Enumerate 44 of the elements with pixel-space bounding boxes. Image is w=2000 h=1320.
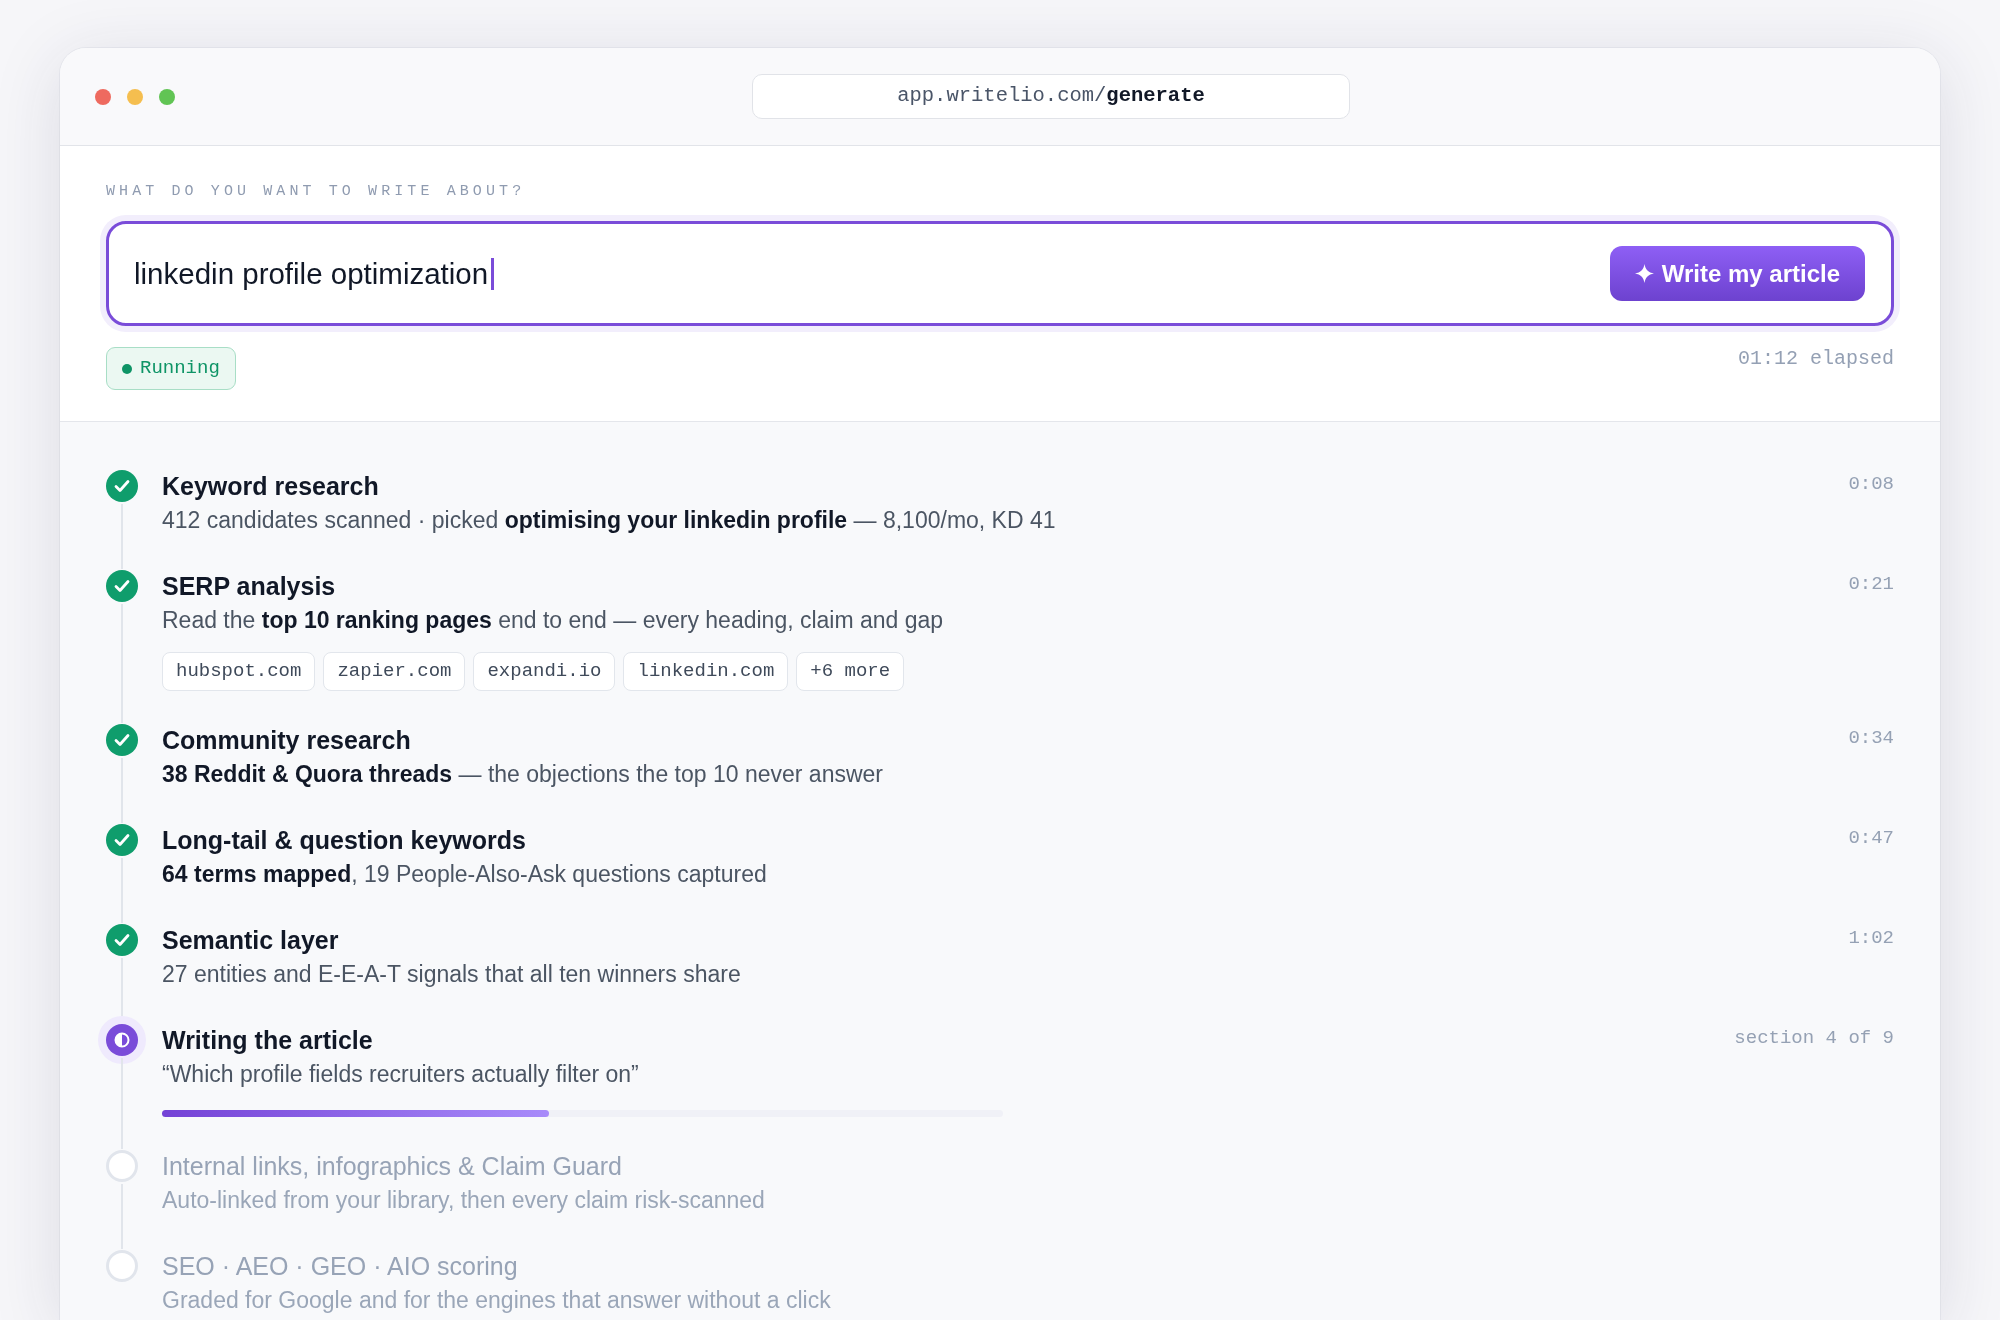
text-cursor-icon — [491, 257, 495, 290]
step-description: 412 candidates scanned · picked optimising your linkedin profile — 8,100/mo, KD 41 — [162, 506, 1057, 535]
window-maximize-icon[interactable] — [159, 88, 175, 105]
source-tag: hubspot.com — [162, 652, 316, 691]
status-dot-icon — [122, 363, 132, 374]
half-circle-icon — [98, 1016, 146, 1064]
step-time: 0:21 — [1848, 572, 1894, 597]
step-time: 0:34 — [1848, 726, 1894, 751]
step-title: SEO · AEO · GEO · AIO scoring — [162, 1251, 519, 1282]
step-title: Internal links, infographics & Claim Guard — [162, 1151, 623, 1182]
step-title: Semantic layer — [162, 925, 340, 956]
check-circle-icon — [106, 470, 138, 502]
step-title: SERP analysis — [162, 571, 337, 602]
source-tag: linkedin.com — [623, 652, 789, 691]
step-description: Graded for Google and for the engines that answer without a click — [162, 1286, 832, 1315]
step-time: 0:47 — [1848, 826, 1894, 851]
step-description: “Which profile fields recruiters actually filter on” — [162, 1060, 640, 1089]
step-time: section 4 of 9 — [1734, 1026, 1894, 1051]
step-description: 64 terms mapped, 19 People-Also-Ask questions captured — [162, 860, 768, 889]
sparkle-icon — [1634, 264, 1654, 283]
check-circle-icon — [106, 724, 138, 756]
prompt-label: WHAT DO YOU WANT TO WRITE ABOUT? — [106, 183, 527, 201]
step-description: 38 Reddit & Quora threads — the objections the top 10 never answer — [162, 760, 884, 789]
write-article-button[interactable]: Write my article — [1609, 246, 1865, 301]
check-circle-icon — [106, 924, 138, 956]
step-description: Read the top 10 ranking pages end to end — every heading, claim and gap — [162, 606, 945, 635]
source-tag: zapier.com — [323, 652, 466, 691]
step-title: Writing the article — [162, 1025, 374, 1056]
elapsed-time: 01:12 elapsed — [1737, 347, 1894, 371]
window-close-icon[interactable] — [95, 88, 111, 105]
step-title: Long-tail & question keywords — [162, 825, 527, 856]
step-title: Community research — [162, 725, 412, 756]
step-title: Keyword research — [162, 471, 380, 502]
source-tag: +6 more — [796, 652, 905, 691]
check-circle-icon — [106, 570, 138, 602]
step-description: 27 entities and E-E-A-T signals that all ten winners share — [162, 960, 742, 989]
step-time: 0:08 — [1848, 472, 1894, 497]
step-description: Auto-linked from your library, then every claim risk-scanned — [162, 1186, 766, 1215]
source-tag: expandi.io — [473, 652, 616, 691]
check-circle-icon — [106, 824, 138, 856]
address-bar[interactable]: app.writelio.com/generate — [752, 74, 1350, 119]
status-label: Running — [140, 356, 220, 382]
window-minimize-icon[interactable] — [127, 88, 143, 105]
step-time: 1:02 — [1848, 926, 1894, 951]
